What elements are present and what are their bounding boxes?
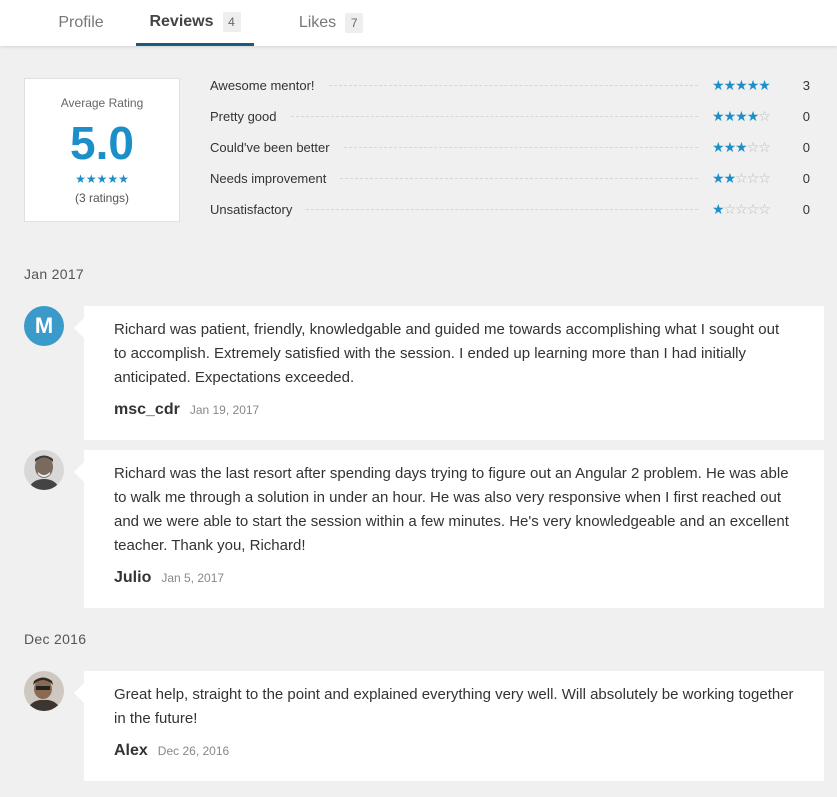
avatar[interactable]: M [24, 306, 64, 346]
rating-level-count: 0 [802, 201, 810, 217]
average-rating-score: 5.0 [70, 117, 134, 169]
rating-level-count: 0 [802, 170, 810, 186]
star-rating-icon: ★★★★★ [712, 77, 771, 93]
rating-level-label: Awesome mentor! [210, 77, 315, 93]
rating-level-label: Pretty good [210, 108, 277, 124]
review-meta: Julio Jan 5, 2017 [114, 569, 224, 587]
review-author[interactable]: Julio [114, 569, 151, 587]
month-header: Dec 2016 [24, 631, 87, 647]
review-author[interactable]: msc_cdr [114, 401, 180, 419]
average-rating-label: Average Rating [60, 96, 144, 110]
rating-level-count: 0 [802, 108, 810, 124]
review-author[interactable]: Alex [114, 742, 148, 760]
dotted-leader [340, 177, 698, 179]
tab-bar: Profile Reviews 4 Likes 7 [0, 0, 837, 46]
dotted-leader [328, 84, 698, 86]
star-rating-icon: ★★★★★ [75, 172, 129, 186]
month-header: Jan 2017 [24, 266, 85, 282]
rating-breakdown-row[interactable]: Could've been better ★★★☆☆ 0 [210, 137, 810, 157]
rating-level-label: Unsatisfactory [210, 201, 293, 217]
avatar[interactable] [24, 671, 64, 711]
review-text: Great help, straight to the point and ex… [114, 686, 794, 727]
tab-label: Reviews [149, 12, 214, 30]
rating-breakdown-row[interactable]: Unsatisfactory ★☆☆☆☆ 0 [210, 199, 810, 219]
review-meta: Alex Dec 26, 2016 [114, 742, 229, 760]
rating-breakdown-row[interactable]: Awesome mentor! ★★★★★ 3 [210, 75, 810, 95]
review-text: Richard was patient, friendly, knowledga… [114, 321, 780, 386]
review-date: Dec 26, 2016 [157, 744, 230, 758]
dotted-leader [290, 115, 698, 117]
star-rating-icon: ★★☆☆☆ [712, 170, 771, 186]
star-rating-icon: ★☆☆☆☆ [712, 201, 771, 217]
rating-breakdown-row[interactable]: Needs improvement ★★☆☆☆ 0 [210, 168, 810, 188]
ratings-count: (3 ratings) [74, 191, 130, 205]
review-date: Jan 5, 2017 [161, 571, 225, 585]
review-meta: msc_cdr Jan 19, 2017 [114, 401, 259, 419]
rating-level-count: 3 [802, 77, 810, 93]
rating-breakdown-row[interactable]: Pretty good ★★★★☆ 0 [210, 106, 810, 126]
review-date: Jan 19, 2017 [189, 403, 260, 417]
avatar[interactable] [24, 450, 64, 490]
dotted-leader [306, 208, 698, 210]
avatar-photo [24, 671, 64, 711]
tab-label: Likes [298, 14, 337, 31]
review-card: Richard was the last resort after spendi… [74, 450, 824, 608]
tab-likes[interactable]: Likes 7 [285, 0, 377, 46]
tab-profile[interactable]: Profile [36, 0, 126, 46]
avatar-photo [24, 450, 64, 490]
star-rating-icon: ★★★★☆ [712, 108, 771, 124]
rating-level-label: Needs improvement [210, 170, 327, 186]
review-card: Richard was patient, friendly, knowledga… [74, 306, 824, 440]
average-rating-box: Average Rating 5.0 ★★★★★ (3 ratings) [24, 78, 180, 222]
review-card: Great help, straight to the point and ex… [74, 671, 824, 781]
rating-level-label: Could've been better [210, 139, 330, 155]
review-text: Richard was the last resort after spendi… [114, 465, 789, 554]
tab-count-badge: 7 [345, 13, 364, 33]
tab-reviews[interactable]: Reviews 4 [136, 0, 254, 46]
rating-level-count: 0 [802, 139, 810, 155]
avatar-initial: M [34, 313, 54, 338]
tab-label: Profile [58, 14, 104, 31]
dotted-leader [343, 146, 698, 148]
star-rating-icon: ★★★☆☆ [712, 139, 771, 155]
tab-count-badge: 4 [222, 11, 241, 32]
